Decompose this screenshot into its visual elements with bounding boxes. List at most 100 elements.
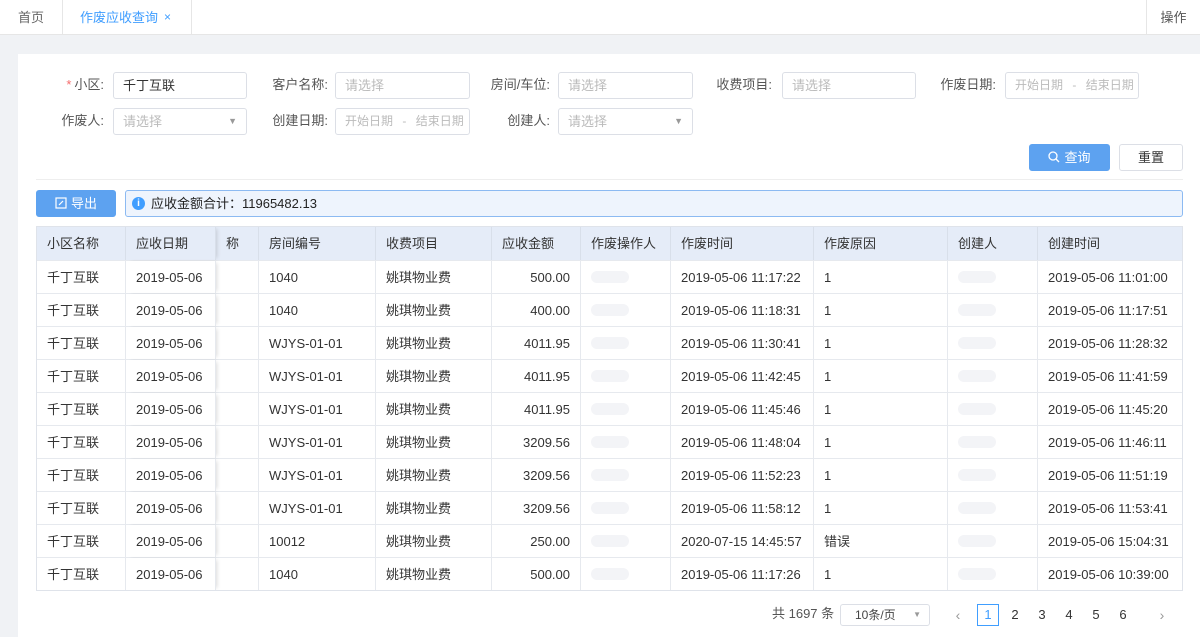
pagination-total: 共 1697 条 bbox=[772, 606, 835, 621]
cell-void-reason: 1 bbox=[814, 327, 948, 359]
customer-input[interactable]: 请选择 bbox=[335, 72, 470, 99]
redacted-value bbox=[958, 568, 996, 580]
cell-create-time: 2019-05-06 11:51:19 bbox=[1038, 459, 1182, 491]
table-row[interactable]: 千丁互联 2019-05-06 WJYS-01-01 姚琪物业费 4011.95 2019… bbox=[37, 393, 1182, 426]
page-button-4[interactable]: 4 bbox=[1058, 604, 1080, 626]
cell-name bbox=[216, 525, 259, 557]
header-cell-community[interactable]: 小区名称 bbox=[37, 227, 126, 260]
cell-void-reason: 1 bbox=[814, 261, 948, 293]
redacted-value bbox=[591, 568, 629, 580]
page-size-select[interactable]: 10条/页 ▼ bbox=[840, 604, 930, 626]
cell-creator bbox=[948, 459, 1038, 491]
cell-amount: 3209.56 bbox=[492, 459, 581, 491]
cell-creator bbox=[948, 426, 1038, 458]
page-button-5[interactable]: 5 bbox=[1085, 604, 1107, 626]
page-button-3[interactable]: 3 bbox=[1031, 604, 1053, 626]
tab-home[interactable]: 首页 bbox=[0, 0, 63, 35]
cell-void-operator bbox=[581, 327, 671, 359]
cell-name bbox=[216, 327, 259, 359]
page-button-2[interactable]: 2 bbox=[1004, 604, 1026, 626]
header-cell-receivable-date[interactable]: 应收日期 bbox=[126, 227, 216, 260]
export-icon bbox=[55, 197, 67, 209]
caret-down-icon: ▼ bbox=[913, 610, 921, 619]
page-button-6[interactable]: 6 bbox=[1112, 604, 1134, 626]
cell-community: 千丁互联 bbox=[37, 459, 126, 491]
cell-amount: 3209.56 bbox=[492, 426, 581, 458]
tab-ops-button[interactable]: 操作 bbox=[1146, 0, 1200, 35]
cell-receivable-date: 2019-05-06 bbox=[126, 327, 216, 359]
table-header: 小区名称 应收日期称房间编号 收费项目 应收金额 作废操作人 作废时间 作废原因 创建人 创建时… bbox=[37, 227, 1182, 261]
community-input[interactable]: 千丁互联 bbox=[113, 72, 247, 99]
summary-text: 应收金额合计：11965482.13 bbox=[151, 196, 317, 211]
tab-void-receivable-query[interactable]: 作废应收查询 × bbox=[63, 0, 192, 35]
create-date-start: 开始日期 bbox=[345, 114, 394, 128]
header-cell-amount[interactable]: 应收金额 bbox=[492, 227, 581, 260]
cell-room-no: 1040 bbox=[259, 558, 376, 590]
fee-input[interactable]: 请选择 bbox=[782, 72, 916, 99]
table-row[interactable]: 千丁互联 2019-05-06 WJYS-01-01 姚琪物业费 4011.95 2019… bbox=[37, 327, 1182, 360]
caret-down-icon: ▼ bbox=[674, 116, 683, 126]
page-button-1[interactable]: 1 bbox=[977, 604, 999, 626]
table-row[interactable]: 千丁互联 2019-05-06 WJYS-01-01 姚琪物业费 4011.95 2019… bbox=[37, 360, 1182, 393]
cell-void-time: 2019-05-06 11:30:41 bbox=[671, 327, 814, 359]
cell-void-operator bbox=[581, 492, 671, 524]
voider-placeholder: 请选择 bbox=[123, 114, 163, 129]
cell-amount: 500.00 bbox=[492, 558, 581, 590]
create-date-range[interactable]: 开始日期 - 结束日期 bbox=[335, 108, 470, 135]
cell-amount: 4011.95 bbox=[492, 393, 581, 425]
cell-void-time: 2020-07-15 14:45:57 bbox=[671, 525, 814, 557]
header-cell-create-time[interactable]: 创建时间 bbox=[1038, 227, 1182, 260]
cell-name bbox=[216, 492, 259, 524]
cell-void-reason: 1 bbox=[814, 459, 948, 491]
cell-creator bbox=[948, 558, 1038, 590]
header-cell-void-reason[interactable]: 作废原因 bbox=[814, 227, 948, 260]
caret-down-icon: ▼ bbox=[228, 116, 237, 126]
cell-room-no: WJYS-01-01 bbox=[259, 459, 376, 491]
cell-void-reason: 1 bbox=[814, 393, 948, 425]
reset-button[interactable]: 重置 bbox=[1119, 144, 1183, 171]
cell-amount: 400.00 bbox=[492, 294, 581, 326]
cell-name bbox=[216, 558, 259, 590]
table-row[interactable]: 千丁互联 2019-05-06 1040 姚琪物业费 500.00 2019-05-06 … bbox=[37, 558, 1182, 590]
redacted-value bbox=[591, 469, 629, 481]
cell-fee-item: 姚琪物业费 bbox=[376, 327, 492, 359]
table-row[interactable]: 千丁互联 2019-05-06 1040 姚琪物业费 400.00 2019-05-06 … bbox=[37, 294, 1182, 327]
table-row[interactable]: 千丁互联 2019-05-06 10012 姚琪物业费 250.00 2020-07-15… bbox=[37, 525, 1182, 558]
table-row[interactable]: 千丁互联 2019-05-06 WJYS-01-01 姚琪物业费 3209.56 2019… bbox=[37, 459, 1182, 492]
cell-amount: 3209.56 bbox=[492, 492, 581, 524]
table-row[interactable]: 千丁互联 2019-05-06 WJYS-01-01 姚琪物业费 3209.56 2019… bbox=[37, 426, 1182, 459]
table-row[interactable]: 千丁互联 2019-05-06 WJYS-01-01 姚琪物业费 3209.56 2019… bbox=[37, 492, 1182, 525]
header-cell-name[interactable]: 称 bbox=[216, 227, 259, 260]
redacted-value bbox=[591, 337, 629, 349]
create-date-end: 结束日期 bbox=[415, 114, 464, 128]
export-button[interactable]: 导出 bbox=[36, 190, 116, 217]
cell-community: 千丁互联 bbox=[37, 327, 126, 359]
redacted-value bbox=[958, 304, 996, 316]
community-label: * 小区: bbox=[48, 72, 104, 98]
close-icon[interactable]: × bbox=[164, 0, 171, 35]
redacted-value bbox=[958, 271, 996, 283]
community-label-text: 小区: bbox=[74, 77, 104, 92]
header-cell-creator[interactable]: 创建人 bbox=[948, 227, 1038, 260]
prev-page-button[interactable]: ‹ bbox=[947, 604, 969, 626]
required-mark: * bbox=[66, 77, 72, 92]
header-cell-fee-item[interactable]: 收费项目 bbox=[376, 227, 492, 260]
next-page-button[interactable]: › bbox=[1151, 604, 1173, 626]
table-row[interactable]: 千丁互联 2019-05-06 1040 姚琪物业费 500.00 2019-05-06 … bbox=[37, 261, 1182, 294]
cell-receivable-date: 2019-05-06 bbox=[126, 261, 216, 293]
cell-name bbox=[216, 459, 259, 491]
cell-creator bbox=[948, 294, 1038, 326]
creator-select[interactable]: 请选择 ▼ bbox=[558, 108, 693, 135]
cell-community: 千丁互联 bbox=[37, 558, 126, 590]
query-button[interactable]: 查询 bbox=[1029, 144, 1110, 171]
cell-receivable-date: 2019-05-06 bbox=[126, 294, 216, 326]
room-input[interactable]: 请选择 bbox=[558, 72, 693, 99]
header-cell-void-time[interactable]: 作废时间 bbox=[671, 227, 814, 260]
void-date-range[interactable]: 开始日期 - 结束日期 bbox=[1005, 72, 1139, 99]
cell-community: 千丁互联 bbox=[37, 393, 126, 425]
voider-select[interactable]: 请选择 ▼ bbox=[113, 108, 247, 135]
cell-void-reason: 1 bbox=[814, 558, 948, 590]
header-cell-room-no[interactable]: 房间编号 bbox=[259, 227, 376, 260]
cell-community: 千丁互联 bbox=[37, 492, 126, 524]
header-cell-void-operator[interactable]: 作废操作人 bbox=[581, 227, 671, 260]
